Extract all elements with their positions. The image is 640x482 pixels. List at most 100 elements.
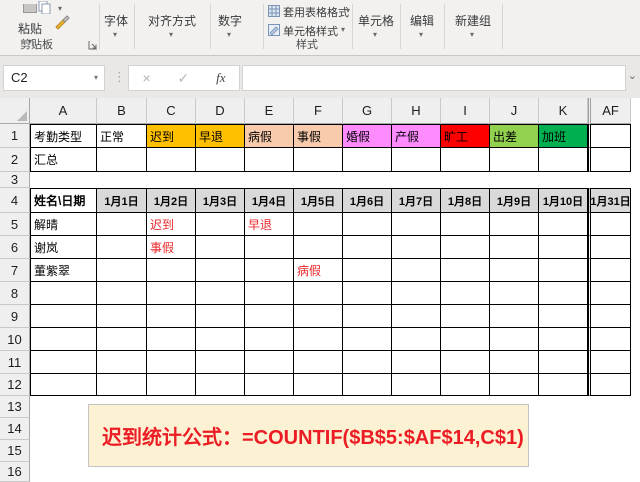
column-header-AF[interactable]: AF — [588, 98, 631, 124]
cell-B8[interactable] — [97, 282, 147, 305]
cell-H12[interactable] — [392, 374, 441, 396]
cell-C9[interactable] — [147, 305, 196, 328]
cell-J11[interactable] — [490, 351, 539, 374]
column-header-A[interactable]: A — [30, 98, 97, 124]
cell-I4[interactable]: 1月8日 — [441, 188, 490, 213]
cell-F10[interactable] — [294, 328, 343, 351]
cell-AF8[interactable] — [588, 282, 631, 305]
cell-K2[interactable] — [539, 148, 588, 172]
cell-E10[interactable] — [245, 328, 294, 351]
column-header-E[interactable]: E — [245, 98, 294, 124]
row-header-4[interactable]: 4 — [0, 188, 30, 213]
row-header-7[interactable]: 7 — [0, 259, 30, 282]
cell-H4[interactable]: 1月7日 — [392, 188, 441, 213]
cell-C6[interactable]: 事假 — [147, 236, 196, 259]
select-all-corner[interactable] — [0, 98, 30, 124]
cell-H2[interactable] — [392, 148, 441, 172]
cell-A10[interactable] — [30, 328, 97, 351]
cell-E4[interactable]: 1月4日 — [245, 188, 294, 213]
cell-A9[interactable] — [30, 305, 97, 328]
cell-C8[interactable] — [147, 282, 196, 305]
cell-K6[interactable] — [539, 236, 588, 259]
cell-D1[interactable]: 早退 — [196, 124, 245, 148]
row-header-10[interactable]: 10 — [0, 328, 30, 351]
cell-H6[interactable] — [392, 236, 441, 259]
cell-D12[interactable] — [196, 374, 245, 396]
cell-E11[interactable] — [245, 351, 294, 374]
cell-K9[interactable] — [539, 305, 588, 328]
cell-J1[interactable]: 出差 — [490, 124, 539, 148]
cell-I1[interactable]: 旷工 — [441, 124, 490, 148]
cell-I11[interactable] — [441, 351, 490, 374]
cell-A8[interactable] — [30, 282, 97, 305]
cell-D5[interactable] — [196, 213, 245, 236]
cell-B9[interactable] — [97, 305, 147, 328]
new-group-button[interactable]: 新建组 — [455, 12, 491, 29]
cell-D7[interactable] — [196, 259, 245, 282]
cell-F1[interactable]: 事假 — [294, 124, 343, 148]
cell-C7[interactable] — [147, 259, 196, 282]
column-header-J[interactable]: J — [490, 98, 539, 124]
row-header-3[interactable]: 3 — [0, 172, 30, 188]
cell-D10[interactable] — [196, 328, 245, 351]
column-header-K[interactable]: K — [539, 98, 588, 124]
cell-H10[interactable] — [392, 328, 441, 351]
cell-C4[interactable]: 1月2日 — [147, 188, 196, 213]
insert-function-icon[interactable]: fx — [216, 70, 225, 86]
cell-G1[interactable]: 婚假 — [343, 124, 392, 148]
format-painter-icon[interactable] — [54, 13, 71, 30]
cell-G7[interactable] — [343, 259, 392, 282]
cell-AF1[interactable] — [588, 124, 631, 148]
cell-I2[interactable] — [441, 148, 490, 172]
row-header-14[interactable]: 14 — [0, 418, 30, 440]
copy-icon[interactable] — [38, 1, 51, 14]
number-group-button[interactable]: 数字 — [218, 12, 242, 29]
column-header-H[interactable]: H — [392, 98, 441, 124]
cell-G11[interactable] — [343, 351, 392, 374]
cell-K7[interactable] — [539, 259, 588, 282]
cell-D9[interactable] — [196, 305, 245, 328]
cell-D11[interactable] — [196, 351, 245, 374]
cell-J6[interactable] — [490, 236, 539, 259]
cell-AF10[interactable] — [588, 328, 631, 351]
column-header-F[interactable]: F — [294, 98, 343, 124]
cell-A4[interactable]: 姓名\日期 — [30, 188, 97, 213]
cell-F11[interactable] — [294, 351, 343, 374]
cell-C2[interactable] — [147, 148, 196, 172]
cell-A7[interactable]: 董紫翠 — [30, 259, 97, 282]
cell-F6[interactable] — [294, 236, 343, 259]
row-header-8[interactable]: 8 — [0, 282, 30, 305]
expand-formula-bar-icon[interactable]: ⌄ — [628, 69, 637, 82]
cell-D2[interactable] — [196, 148, 245, 172]
cell-J7[interactable] — [490, 259, 539, 282]
chevron-down-icon[interactable]: ▾ — [58, 4, 62, 13]
row-header-6[interactable]: 6 — [0, 236, 30, 259]
cell-F9[interactable] — [294, 305, 343, 328]
cell-AF12[interactable] — [588, 374, 631, 396]
cell-K12[interactable] — [539, 374, 588, 396]
row-header-16[interactable]: 16 — [0, 462, 30, 482]
dialog-launcher-icon[interactable] — [88, 40, 98, 50]
cell-G6[interactable] — [343, 236, 392, 259]
cell-B1[interactable]: 正常 — [97, 124, 147, 148]
cell-D6[interactable] — [196, 236, 245, 259]
row-header-15[interactable]: 15 — [0, 440, 30, 462]
cell-G4[interactable]: 1月6日 — [343, 188, 392, 213]
cell-F4[interactable]: 1月5日 — [294, 188, 343, 213]
cell-E1[interactable]: 病假 — [245, 124, 294, 148]
cell-J4[interactable]: 1月9日 — [490, 188, 539, 213]
cell-B2[interactable] — [97, 148, 147, 172]
cell-H5[interactable] — [392, 213, 441, 236]
enter-icon[interactable]: ✓ — [178, 70, 190, 87]
cell-E7[interactable] — [245, 259, 294, 282]
cell-E9[interactable] — [245, 305, 294, 328]
cell-J12[interactable] — [490, 374, 539, 396]
cell-H9[interactable] — [392, 305, 441, 328]
cell-AF4[interactable]: 1月31日 — [588, 188, 631, 213]
cell-C11[interactable] — [147, 351, 196, 374]
cell-H11[interactable] — [392, 351, 441, 374]
formula-banner[interactable]: 迟到统计公式：=COUNTIF($B$5:$AF$14,C$1) — [88, 404, 529, 467]
row-header-12[interactable]: 12 — [0, 374, 30, 396]
cell-J10[interactable] — [490, 328, 539, 351]
cancel-icon[interactable]: × — [142, 70, 150, 86]
